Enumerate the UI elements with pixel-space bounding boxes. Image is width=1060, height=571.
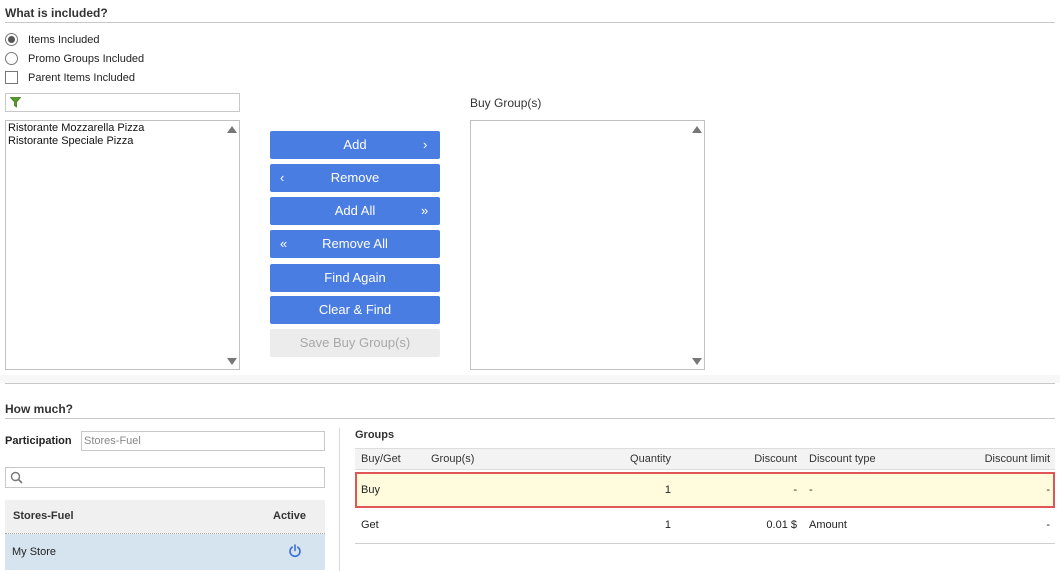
add-button[interactable]: Add › (270, 131, 440, 159)
col-discount: Discount (754, 453, 797, 465)
stores-column-header: Stores-Fuel (13, 510, 74, 522)
participation-field[interactable]: Stores-Fuel (81, 431, 325, 451)
col-groups: Group(s) (431, 453, 475, 465)
participation-value: Stores-Fuel (84, 435, 141, 447)
add-button-label: Add (343, 137, 367, 152)
cell-discount: - (793, 484, 797, 496)
power-icon[interactable] (288, 544, 302, 558)
cell-discount-limit: - (1046, 484, 1050, 496)
cell-quantity: 1 (664, 484, 671, 496)
store-name: My Store (12, 546, 57, 558)
stores-panel-header: Stores-Fuel Active (5, 500, 325, 533)
divider (5, 418, 1055, 419)
cell-discount-type: - (809, 484, 813, 496)
available-items-list[interactable]: Ristorante Mozzarella Pizza Ristorante S… (5, 120, 240, 370)
chevron-left-icon: ‹ (280, 170, 285, 185)
clear-and-find-button[interactable]: Clear & Find (270, 296, 440, 324)
scroll-up-arrow[interactable] (692, 126, 702, 133)
chevron-right-icon: › (423, 137, 428, 152)
groups-title: Groups (355, 429, 395, 441)
search-icon (10, 471, 23, 484)
items-included-label: Items Included (28, 34, 100, 46)
section-title-how-much: How much? (5, 402, 73, 416)
cell-buy-get: Buy (361, 484, 380, 496)
remove-all-button-label: Remove All (322, 236, 388, 251)
double-chevron-right-icon: » (421, 203, 429, 218)
promo-groups-included-label: Promo Groups Included (28, 53, 145, 65)
section-title-included: What is included? (5, 6, 108, 20)
remove-button-label: Remove (330, 170, 380, 185)
buy-groups-list[interactable] (470, 120, 705, 370)
items-filter-input[interactable] (5, 93, 240, 112)
table-row[interactable]: Buy 1 - - - (355, 472, 1055, 508)
save-buy-groups-button[interactable]: Save Buy Group(s) (270, 329, 440, 357)
filter-icon (10, 97, 21, 108)
participation-label: Participation (5, 435, 72, 447)
list-item[interactable]: Ristorante Speciale Pizza (8, 135, 133, 148)
section-gap (0, 375, 1060, 383)
add-all-button-label: Add All (334, 203, 376, 218)
remove-button[interactable]: ‹ Remove (270, 164, 440, 192)
cell-discount-type: Amount (809, 519, 847, 531)
list-item[interactable]: Ristorante Mozzarella Pizza (8, 122, 144, 135)
cell-buy-get: Get (361, 519, 379, 531)
parent-items-included-label: Parent Items Included (28, 72, 136, 84)
buy-groups-label: Buy Group(s) (470, 96, 542, 110)
active-column-header: Active (273, 510, 307, 522)
add-all-button[interactable]: Add All » (270, 197, 440, 225)
col-discount-limit: Discount limit (984, 453, 1050, 465)
store-row[interactable]: My Store (5, 534, 325, 570)
cell-discount: 0.01 $ (766, 519, 797, 531)
remove-all-button[interactable]: « Remove All (270, 230, 440, 258)
promo-groups-included-radio[interactable] (5, 52, 18, 65)
divider (5, 22, 1055, 23)
cell-discount-limit: - (1046, 519, 1050, 531)
vertical-divider (339, 428, 340, 571)
cell-quantity: 1 (664, 519, 671, 531)
col-discount-type: Discount type (809, 453, 876, 465)
items-included-radio[interactable] (5, 33, 18, 46)
groups-header: Buy/Get Group(s) Quantity Discount Disco… (355, 448, 1055, 470)
double-chevron-left-icon: « (280, 236, 288, 251)
col-buy-get: Buy/Get (361, 453, 401, 465)
find-again-button[interactable]: Find Again (270, 264, 440, 292)
divider (5, 383, 1055, 384)
col-quantity: Quantity (630, 453, 671, 465)
parent-items-included-checkbox[interactable] (5, 71, 18, 84)
scroll-up-arrow[interactable] (227, 126, 237, 133)
store-search-input[interactable] (5, 467, 325, 488)
scroll-down-arrow[interactable] (692, 358, 702, 365)
scroll-down-arrow[interactable] (227, 358, 237, 365)
table-row[interactable]: Get 1 0.01 $ Amount - (355, 510, 1055, 544)
